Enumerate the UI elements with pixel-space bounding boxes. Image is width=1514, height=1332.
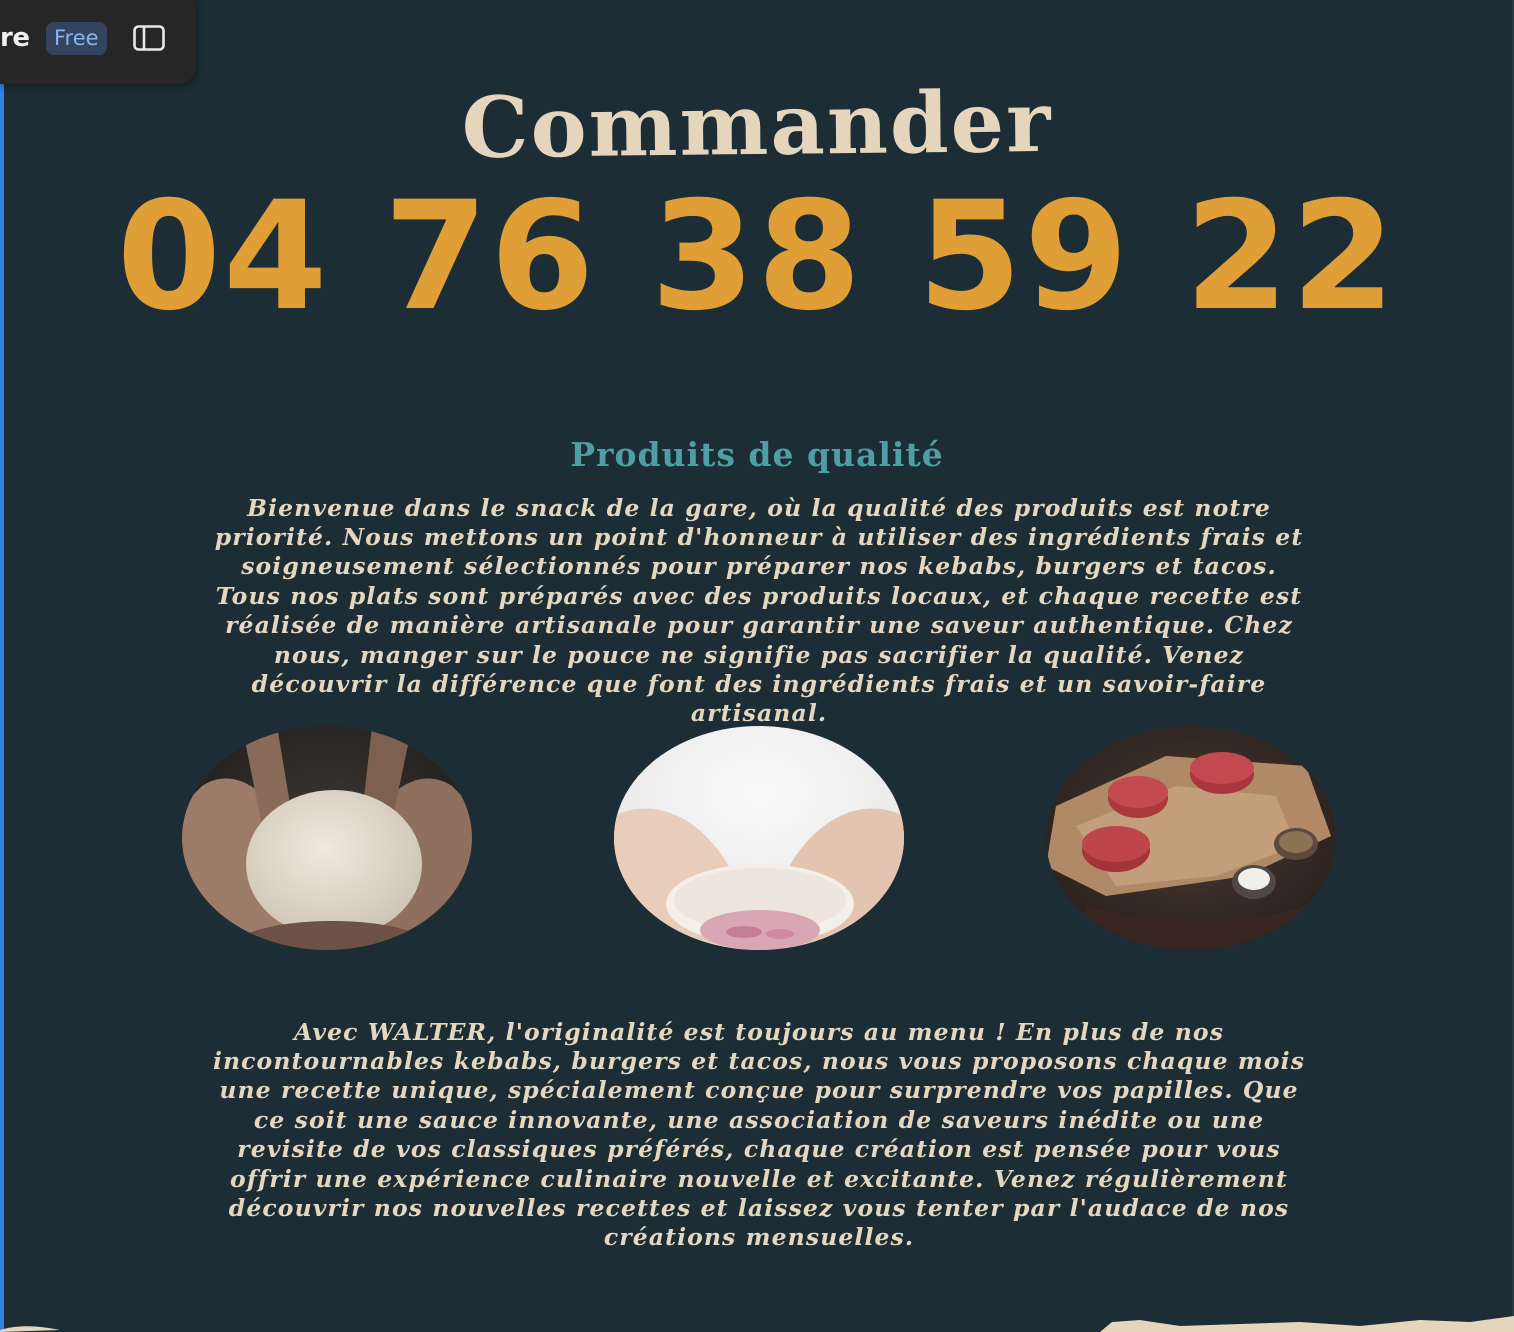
decorative-paper-edge xyxy=(0,1316,1514,1332)
sidebar-toggle-icon[interactable] xyxy=(133,25,165,51)
section-heading: Produits de qualité xyxy=(570,435,944,475)
page: re Free Commander 04 76 38 59 22 Produit… xyxy=(0,0,1514,1332)
quality-paragraph: Bienvenue dans le snack de la gare, où l… xyxy=(214,493,1304,728)
hands-holding-dough-photo xyxy=(182,726,472,950)
toolbar-title: re xyxy=(0,23,30,53)
plan-badge[interactable]: Free xyxy=(46,22,107,55)
originality-paragraph: Avec WALTER, l'originalité est toujours … xyxy=(212,1017,1306,1252)
editor-toolbar: re Free xyxy=(0,0,196,84)
phone-number-link[interactable]: 04 76 38 59 22 xyxy=(0,172,1514,342)
raw-beef-steaks-on-paper-photo xyxy=(1046,726,1336,950)
hands-holding-bowl-of-onions-photo xyxy=(614,726,904,950)
